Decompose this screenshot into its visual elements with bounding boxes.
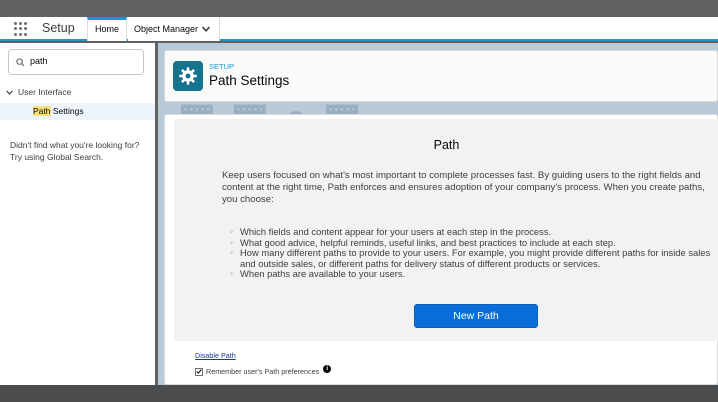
chevron-down-icon[interactable] [202,26,210,32]
gear-icon [173,61,203,91]
path-intro-text: Keep users focused on what's most import… [222,170,705,205]
header-eyebrow: SETUP [209,62,235,71]
quick-find-search-input[interactable]: path [8,49,144,75]
info-icon[interactable]: i [323,365,332,373]
tree-item-label: Settings [50,106,84,116]
app-name: Setup [42,21,75,35]
tree-item-user-interface[interactable]: User Interface [6,87,71,97]
path-heading: Path [433,138,460,152]
checkmark-icon [196,369,202,374]
page-header: SETUP Path Settings [164,50,718,102]
search-icon [16,58,25,67]
list-item: Which fields and content appear for your… [230,226,718,238]
new-path-button[interactable]: New Path [414,304,538,328]
global-nav-bar: Setup Home Object Manager [0,17,718,41]
tab-object-manager[interactable]: Object Manager [128,17,220,41]
search-value: path [30,56,48,66]
global-search-hint: Try using Global Search. [10,152,104,162]
no-results-help-text: Didn't find what you're looking for? [10,140,140,150]
search-match-highlight: Path [33,106,51,116]
list-item: When paths are available to your users. [230,269,718,280]
remember-preferences-label: Remember user's Path preferences [206,367,320,376]
list-item: How many different paths to provide to y… [230,247,718,269]
chevron-down-icon[interactable] [6,90,13,96]
remember-preferences-checkbox[interactable] [195,367,203,376]
page-title: Path Settings [209,73,290,88]
main-content-area: ▦ ▦ ● ▦ SETUP Path Settings [158,43,718,385]
tree-item-label: User Interface [18,87,72,97]
path-settings-panel: Path Keep users focused on what's most i… [164,114,718,385]
path-intro-box: Path Keep users focused on what's most i… [174,119,718,341]
tree-item-path-settings[interactable]: Path Settings [0,103,155,120]
tab-home[interactable]: Home [87,17,127,41]
path-feature-list: Which fields and content appear for your… [230,226,718,280]
tab-object-manager-label: Object Manager [134,24,199,34]
remember-preferences-row: Remember user's Path preferences i [195,365,332,376]
app-launcher-icon[interactable] [14,22,28,36]
disable-path-link[interactable]: Disable Path [195,351,236,360]
setup-sidebar: path User Interface Path Settings Didn't… [0,43,155,385]
bottom-bar [0,385,718,402]
